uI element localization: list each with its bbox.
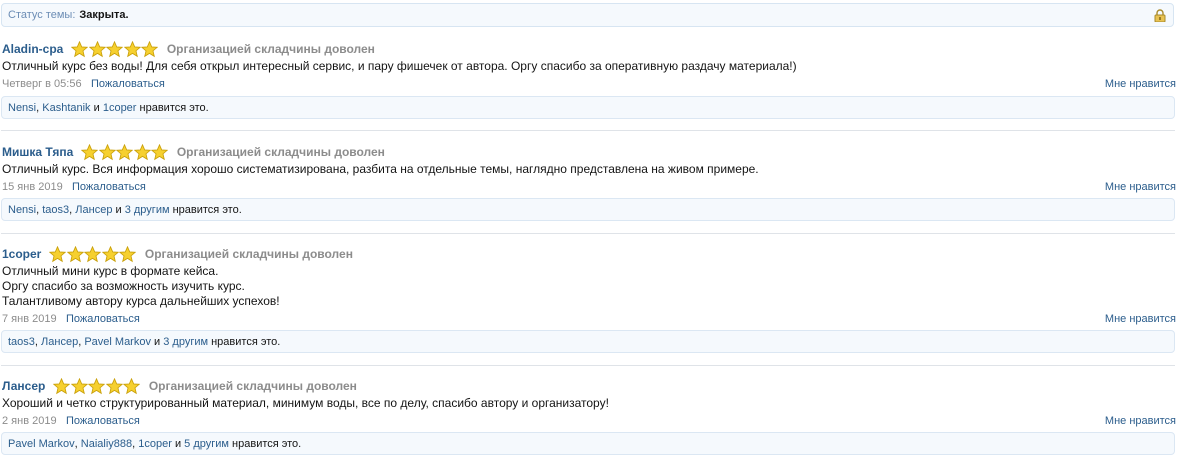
likes-joiner: и	[112, 203, 125, 216]
star-icon	[116, 143, 134, 160]
post: Мишка Тяпа Организацией складчины доволе…	[0, 143, 1179, 195]
likes-summary: Nensi, taos3, Лансер и 3 другим нравится…	[1, 198, 1175, 221]
liker-link[interactable]: Pavel Markov	[8, 438, 75, 450]
likes-summary: Pavel Markov, Naialiy888, 1coper и 5 дру…	[1, 432, 1175, 455]
liker-link[interactable]: Лансер	[41, 336, 78, 348]
likes-joiner: и	[90, 101, 103, 114]
post-date: 2 янв 2019	[2, 415, 57, 427]
post-body: Отличный курс без воды! Для себя открыл …	[2, 59, 797, 73]
star-icon	[123, 377, 141, 394]
star-icon	[98, 143, 116, 160]
post-body: Отличный мини курс в формате кейса. Оргу…	[2, 264, 280, 308]
like-button[interactable]: Мне нравится	[1105, 181, 1176, 193]
liker-link[interactable]: Nensi	[8, 204, 36, 216]
post-author[interactable]: 1coper	[2, 247, 41, 261]
star-icon	[151, 143, 169, 160]
likes-suffix: нравится это.	[169, 203, 242, 216]
like-button[interactable]: Мне нравится	[1105, 415, 1176, 427]
rating-stars	[81, 143, 169, 161]
liker-link[interactable]: Nensi	[8, 102, 36, 114]
post-separator	[1, 365, 1175, 366]
liker-link[interactable]: Лансер	[75, 204, 112, 216]
post-date: 7 янв 2019	[2, 313, 57, 325]
status-value: Закрыта.	[79, 9, 129, 21]
star-icon	[133, 143, 151, 160]
liker-link[interactable]: 3 другим	[125, 204, 170, 216]
star-icon	[88, 377, 106, 394]
star-icon	[81, 143, 99, 160]
star-icon	[105, 377, 123, 394]
post: Лансер Организацией складчины доволен Хо…	[0, 377, 1179, 429]
post-separator	[1, 233, 1175, 234]
liker-link[interactable]: Naialiy888	[81, 438, 132, 450]
post-date: 15 янв 2019	[2, 181, 63, 193]
rating-text: Организацией складчины доволен	[148, 379, 357, 393]
post: Aladin-cpa Организацией складчины доволе…	[0, 40, 1179, 92]
post-author[interactable]: Мишка Тяпа	[2, 145, 73, 159]
likes-joiner: и	[171, 437, 185, 450]
likes-joiner: и	[150, 335, 164, 348]
post-separator	[1, 130, 1175, 131]
star-icon	[123, 40, 141, 57]
liker-link[interactable]: 3 другим	[163, 336, 208, 348]
star-icon	[49, 245, 67, 262]
likes-suffix: нравится это.	[208, 335, 281, 348]
rating-stars	[53, 377, 141, 395]
star-icon	[70, 377, 88, 394]
star-icon	[84, 245, 102, 262]
post-author[interactable]: Лансер	[2, 379, 45, 393]
post: 1coper Организацией складчины доволен От…	[0, 245, 1179, 327]
lock-icon	[1154, 9, 1166, 22]
rating-text: Организацией складчины доволен	[176, 145, 385, 159]
liker-link[interactable]: taos3	[42, 204, 69, 216]
report-link[interactable]: Пожаловаться	[66, 415, 140, 427]
star-icon	[71, 40, 89, 57]
liker-link[interactable]: Kashtanik	[42, 102, 90, 114]
star-icon	[106, 40, 124, 57]
post-author[interactable]: Aladin-cpa	[2, 42, 63, 56]
liker-link[interactable]: Pavel Markov	[84, 336, 151, 348]
star-icon	[53, 377, 71, 394]
star-icon	[119, 245, 137, 262]
liker-link[interactable]: taos3	[8, 336, 35, 348]
likes-summary: taos3, Лансер, Pavel Markov и 3 другим н…	[1, 330, 1175, 353]
liker-link[interactable]: 5 другим	[184, 438, 229, 450]
post-body: Хороший и четко структурированный матери…	[2, 396, 609, 410]
star-icon	[101, 245, 119, 262]
post-body: Отличный курс. Вся информация хорошо сис…	[2, 162, 759, 176]
rating-text: Организацией складчины доволен	[144, 247, 353, 261]
report-link[interactable]: Пожаловаться	[66, 313, 140, 325]
like-button[interactable]: Мне нравится	[1105, 313, 1176, 325]
status-label: Статус темы:	[8, 9, 76, 21]
rating-stars	[71, 40, 159, 58]
thread-status-bar: Статус темы: Закрыта.	[1, 3, 1174, 27]
like-button[interactable]: Мне нравится	[1105, 78, 1176, 90]
star-icon	[88, 40, 106, 57]
report-link[interactable]: Пожаловаться	[72, 181, 146, 193]
post-date: Четверг в 05:56	[2, 78, 82, 90]
rating-text: Организацией складчины доволен	[166, 42, 375, 56]
star-icon	[141, 40, 159, 57]
likes-suffix: нравится это.	[136, 101, 209, 114]
rating-stars	[49, 245, 137, 263]
report-link[interactable]: Пожаловаться	[91, 78, 165, 90]
likes-suffix: нравится это.	[228, 437, 302, 450]
likes-summary: Nensi, Kashtanik и 1coper нравится это.	[1, 96, 1175, 119]
liker-link[interactable]: 1coper	[103, 102, 137, 114]
star-icon	[66, 245, 84, 262]
liker-link[interactable]: 1coper	[138, 438, 172, 450]
